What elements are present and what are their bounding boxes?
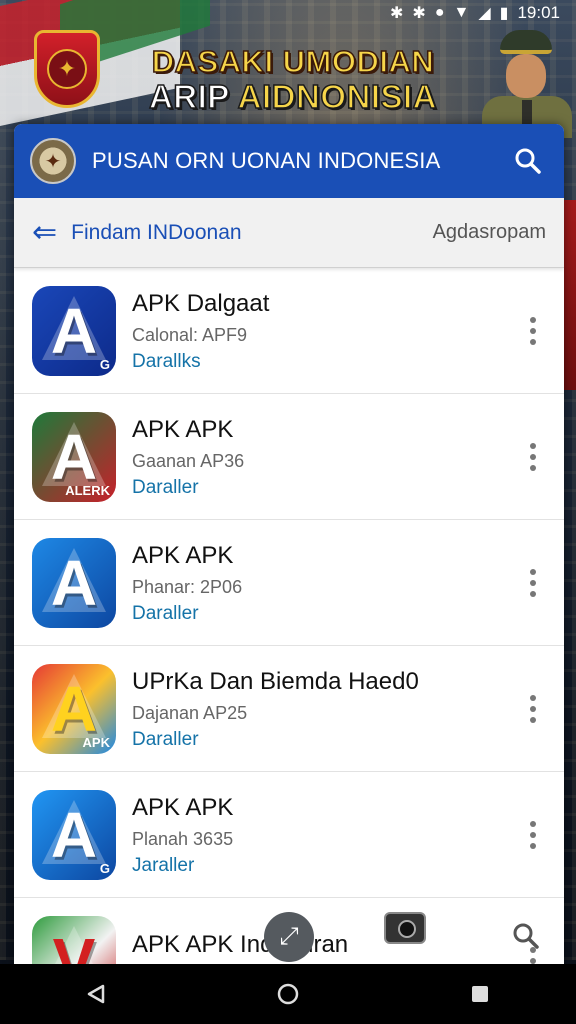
expand-button[interactable]: ⤢ [264,912,314,962]
list-item[interactable]: A G APK APK Planah 3635 Jaraller [14,772,564,898]
nav-recents-icon[interactable] [469,983,491,1005]
more-vert-icon[interactable] [530,442,538,471]
search-button[interactable] [508,141,548,181]
sub-toolbar: ⇐ Findam INDoonan Agdasropam [14,198,564,268]
app-list: A G APK Dalgaat Calonal: APF9 Darallks A… [14,268,564,964]
icon-tag: ALERK [65,482,110,498]
app-name: APK Dalgaat [132,289,270,317]
app-logo-icon: ✦ [30,138,76,184]
list-item[interactable]: A G APK Dalgaat Calonal: APF9 Darallks [14,268,564,394]
more-vert-icon[interactable] [530,820,538,849]
toolbar-right-label[interactable]: Agdasropam [433,221,546,244]
app-icon[interactable]: A G [32,789,116,880]
search-icon [513,923,539,949]
app-name: APK APK [132,793,234,821]
app-info: APK APK Phanar: 2P06 Daraller [132,541,564,625]
app-name: APK APK [132,541,234,569]
app-icon[interactable]: A [32,537,116,628]
app-info: APK APK Gaanan AP36 Daraller [132,415,564,499]
bluetooth-icon: ✱ [390,5,404,22]
app-action-link[interactable]: Daraller [132,729,564,751]
banner-line2-white: ARIP [148,77,238,116]
screen: ✱ ✱ ● ▼ ◢ ▮ 19:01 ✦ DASAKI UMODIAN ARIP … [0,0,576,1024]
app-window: ✦ PUSAN ORN UONAN INDONESIA ⇐ Findam IND… [14,124,564,964]
list-item[interactable]: A APK UPrKa Dan Biemda Haed0 Dajanan AP2… [14,646,564,772]
back-arrow-icon[interactable]: ⇐ [32,217,57,248]
banner-line2-gold: AIDNONISIA [237,77,438,116]
more-vert-icon[interactable] [530,568,538,597]
status-bar: ✱ ✱ ● ▼ ◢ ▮ 19:01 [0,0,576,26]
navigation-bar [0,964,576,1024]
wifi-icon: ▼ [453,4,470,21]
app-name: APK APK [132,415,234,443]
more-vert-icon[interactable] [530,316,538,345]
more-vert-icon[interactable] [530,694,538,723]
expand-arrows-icon: ⤢ [279,923,299,950]
app-action-link[interactable]: Daraller [132,477,564,499]
app-action-link[interactable]: Daraller [132,603,564,625]
app-subtitle: Calonal: APF9 [132,324,248,345]
nav-back-icon[interactable] [85,983,107,1005]
emblem-shield-icon: ✦ [34,30,100,108]
app-bar: ✦ PUSAN ORN UONAN INDONESIA [14,124,564,198]
app-icon[interactable]: A G [32,285,116,376]
nav-home-icon[interactable] [276,982,300,1006]
list-item[interactable]: A ALERK APK APK Gaanan AP36 Daraller [14,394,564,520]
app-icon[interactable]: A ALERK [32,411,116,502]
app-logo-icon: A [50,546,98,619]
bottom-search-button[interactable] [512,922,540,955]
app-info: APK APK Planah 3635 Jaraller [132,793,564,877]
app-subtitle: Planah 3635 [132,828,234,849]
officer-face [506,54,546,98]
list-item[interactable]: A APK APK Phanar: 2P06 Daraller [14,520,564,646]
app-subtitle: Gaanan AP36 [132,450,245,471]
app-name: UPrKa Dan Biemda Haed0 [132,667,419,695]
app-name: APK APK Indaduran [132,930,349,958]
app-action-link[interactable]: Jaraller [132,855,564,877]
banner-title: DASAKI UMODIAN ARIP AIDNONISIA [128,43,458,116]
banner-line2: ARIP AIDNONISIA [128,77,458,116]
app-icon[interactable]: A APK [32,663,116,754]
signal-icon: ◢ [478,5,491,22]
garuda-icon: ✦ [47,49,87,89]
app-subtitle: Phanar: 2P06 [132,576,243,597]
app-icon[interactable]: V [32,915,116,965]
app-bar-title: PUSAN ORN UONAN INDONESIA [92,148,441,173]
app-action-link[interactable]: Darallks [132,351,564,373]
icon-tag: G [99,356,110,372]
app-logo-icon: V [52,924,96,965]
camera-icon [384,912,426,944]
icon-tag: G [99,860,110,876]
icon-tag: APK [82,734,110,750]
officer-cap [500,30,552,54]
battery-icon: ▮ [499,5,509,22]
toolbar-title: Findam INDoonan [71,220,242,244]
app-info: APK APK Indaduran Danpar 0722 [132,930,564,965]
app-subtitle: Dajanan AP25 [132,702,248,723]
officer-portrait [478,26,576,138]
app-info: APK Dalgaat Calonal: APF9 Darallks [132,289,564,373]
banner-line1: DASAKI UMODIAN [151,43,435,80]
search-icon [515,148,541,174]
status-time: 19:01 [517,3,560,22]
location-icon: ● [434,4,445,21]
bluetooth-icon-2: ✱ [412,5,426,22]
app-info: UPrKa Dan Biemda Haed0 Dajanan AP25 Dara… [132,667,564,751]
